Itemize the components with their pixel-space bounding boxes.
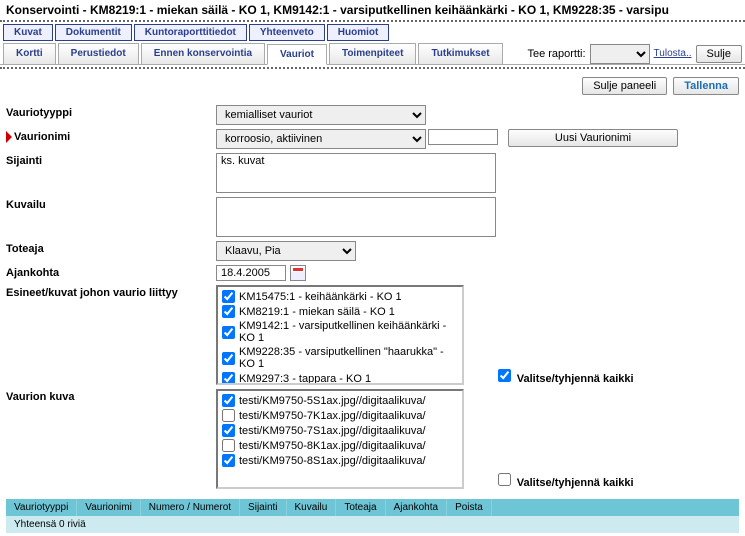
vauriotyyppi-label: Vauriotyyppi	[6, 105, 216, 119]
list-item[interactable]: KM15475:1 - keihäänkärki - KO 1	[220, 289, 460, 304]
item-checkbox[interactable]	[222, 352, 235, 365]
vaurion-kuva-label: Vaurion kuva	[6, 389, 216, 403]
main-tab[interactable]: Kortti	[3, 43, 56, 64]
table-col-header[interactable]: Kuvailu	[287, 499, 337, 516]
toteaja-select[interactable]: Klaavu, Pia	[216, 241, 356, 261]
item-label: KM9142:1 - varsiputkellinen keihäänkärki…	[239, 320, 458, 344]
table-col-header[interactable]: Toteaja	[336, 499, 385, 516]
sijainti-input[interactable]: ks. kuvat	[216, 153, 496, 193]
table-col-header[interactable]: Poista	[447, 499, 492, 516]
main-tab[interactable]: Perustiedot	[58, 43, 139, 64]
item-checkbox[interactable]	[222, 439, 235, 452]
list-item[interactable]: testi/KM9750-7K1ax.jpg//digitaalikuva/	[220, 408, 460, 423]
list-item[interactable]: KM9228:35 - varsiputkellinen "haarukka" …	[220, 345, 460, 371]
top-tab[interactable]: Yhteenveto	[249, 24, 325, 41]
calendar-icon[interactable]	[290, 265, 306, 281]
esineet-list[interactable]: KM15475:1 - keihäänkärki - KO 1 KM8219:1 …	[216, 285, 464, 385]
list-item[interactable]: testi/KM9750-8S1ax.jpg//digitaalikuva/	[220, 453, 460, 468]
valitse-kaikki-esineet-label: Valitse/tyhjennä kaikki	[517, 373, 634, 385]
item-label: testi/KM9750-7S1ax.jpg//digitaalikuva/	[239, 425, 426, 437]
top-tab[interactable]: Huomiot	[327, 24, 390, 41]
item-label: KM8219:1 - miekan säilä - KO 1	[239, 306, 395, 318]
valitse-kaikki-kuvat-checkbox[interactable]	[498, 473, 511, 486]
list-item[interactable]: testi/KM9750-5S1ax.jpg//digitaalikuva/	[220, 393, 460, 408]
main-tab[interactable]: Toimenpiteet	[329, 43, 416, 64]
save-button[interactable]: Tallenna	[673, 77, 739, 95]
table-col-header[interactable]: Numero / Numerot	[141, 499, 240, 516]
item-checkbox[interactable]	[222, 372, 235, 385]
item-checkbox[interactable]	[222, 305, 235, 318]
item-checkbox[interactable]	[222, 290, 235, 303]
item-label: KM9297:3 - tappara - KO 1	[239, 373, 371, 385]
kuva-list[interactable]: testi/KM9750-5S1ax.jpg//digitaalikuva/te…	[216, 389, 464, 489]
item-label: testi/KM9750-7K1ax.jpg//digitaalikuva/	[239, 410, 426, 422]
footer-table: VauriotyyppiVaurionimiNumero / NumerotSi…	[6, 499, 739, 533]
main-tab-row: KorttiPerustiedotEnnen konservointiaVaur…	[0, 43, 745, 65]
list-item[interactable]: KM9142:1 - varsiputkellinen keihäänkärki…	[220, 319, 460, 345]
item-checkbox[interactable]	[222, 394, 235, 407]
list-item[interactable]: testi/KM9750-8K1ax.jpg//digitaalikuva/	[220, 438, 460, 453]
item-label: KM9228:35 - varsiputkellinen "haarukka" …	[239, 346, 458, 370]
print-link[interactable]: Tulosta..	[654, 48, 692, 59]
uusi-vaurionimi-button[interactable]: Uusi Vaurionimi	[508, 129, 678, 147]
item-checkbox[interactable]	[222, 454, 235, 467]
item-label: testi/KM9750-8S1ax.jpg//digitaalikuva/	[239, 455, 426, 467]
item-label: KM15475:1 - keihäänkärki - KO 1	[239, 291, 402, 303]
list-item[interactable]: KM9297:3 - tappara - KO 1	[220, 371, 460, 385]
main-tab[interactable]: Vauriot	[267, 44, 327, 65]
table-col-header[interactable]: Ajankohta	[386, 499, 447, 516]
list-item[interactable]: KM8219:1 - miekan säilä - KO 1	[220, 304, 460, 319]
top-tab[interactable]: Kuntoraporttitiedot	[134, 24, 247, 41]
window-title: Konservointi - KM8219:1 - miekan säilä -…	[0, 0, 745, 22]
report-label: Tee raportti:	[527, 48, 585, 60]
footer-total: Yhteensä 0 riviä	[6, 516, 739, 533]
sijainti-label: Sijainti	[6, 153, 216, 167]
item-checkbox[interactable]	[222, 424, 235, 437]
close-button[interactable]: Sulje	[696, 45, 742, 63]
top-tab-row: KuvatDokumentitKuntoraporttitiedotYhteen…	[0, 22, 745, 43]
required-icon	[6, 131, 12, 143]
toteaja-label: Toteaja	[6, 241, 216, 255]
vaurionimi-label: Vaurionimi	[6, 129, 216, 143]
ajankohta-label: Ajankohta	[6, 265, 216, 279]
main-tab[interactable]: Tutkimukset	[418, 43, 502, 64]
list-item[interactable]: testi/KM9750-7S1ax.jpg//digitaalikuva/	[220, 423, 460, 438]
close-panel-button[interactable]: Sulje paneeli	[582, 77, 667, 95]
report-select[interactable]	[590, 44, 650, 64]
vaurionimi-extra-input[interactable]	[428, 129, 498, 145]
item-label: testi/KM9750-8K1ax.jpg//digitaalikuva/	[239, 440, 426, 452]
kuvailu-input[interactable]	[216, 197, 496, 237]
valitse-kaikki-kuvat-label: Valitse/tyhjennä kaikki	[517, 477, 634, 489]
table-col-header[interactable]: Vauriotyyppi	[6, 499, 77, 516]
item-checkbox[interactable]	[222, 326, 235, 339]
valitse-kaikki-esineet-checkbox[interactable]	[498, 369, 511, 382]
table-col-header[interactable]: Vaurionimi	[77, 499, 141, 516]
vauriotyyppi-select[interactable]: kemialliset vauriot	[216, 105, 426, 125]
main-tab[interactable]: Ennen konservointia	[141, 43, 265, 64]
vaurionimi-select[interactable]: korroosio, aktiivinen	[216, 129, 426, 149]
top-tab[interactable]: Dokumentit	[55, 24, 132, 41]
table-col-header[interactable]: Sijainti	[240, 499, 286, 516]
esineet-label: Esineet/kuvat johon vaurio liittyy	[6, 285, 216, 299]
item-label: testi/KM9750-5S1ax.jpg//digitaalikuva/	[239, 395, 426, 407]
kuvailu-label: Kuvailu	[6, 197, 216, 211]
ajankohta-input[interactable]	[216, 265, 286, 281]
item-checkbox[interactable]	[222, 409, 235, 422]
top-tab[interactable]: Kuvat	[3, 24, 53, 41]
